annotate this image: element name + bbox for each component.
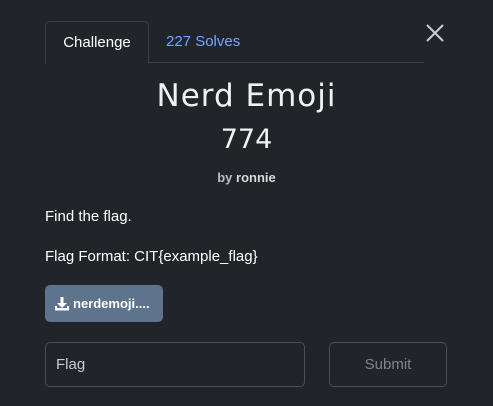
- file-download-button[interactable]: nerdemoji....: [45, 285, 163, 322]
- author-prefix: by: [217, 170, 233, 185]
- tab-solves[interactable]: 227 Solves: [166, 21, 240, 63]
- description-line: Flag Format: CIT{example_flag}: [45, 248, 258, 265]
- download-icon: [55, 296, 69, 310]
- challenge-value: 774: [220, 124, 273, 155]
- tab-challenge[interactable]: Challenge: [45, 21, 149, 64]
- description-line: Find the flag.: [45, 208, 132, 225]
- challenge-author: by ronnie: [0, 170, 493, 185]
- close-icon: [426, 24, 444, 42]
- file-name: nerdemoji....: [73, 296, 150, 311]
- close-button[interactable]: [424, 22, 446, 44]
- flag-input[interactable]: [45, 342, 305, 387]
- challenge-modal: Challenge 227 Solves Nerd Emoji 774 by r…: [0, 0, 493, 406]
- challenge-name: Nerd Emoji: [156, 78, 337, 114]
- submit-button[interactable]: Submit: [329, 342, 447, 387]
- modal-tabs: Challenge 227 Solves: [45, 21, 424, 64]
- author-name: ronnie: [236, 170, 276, 185]
